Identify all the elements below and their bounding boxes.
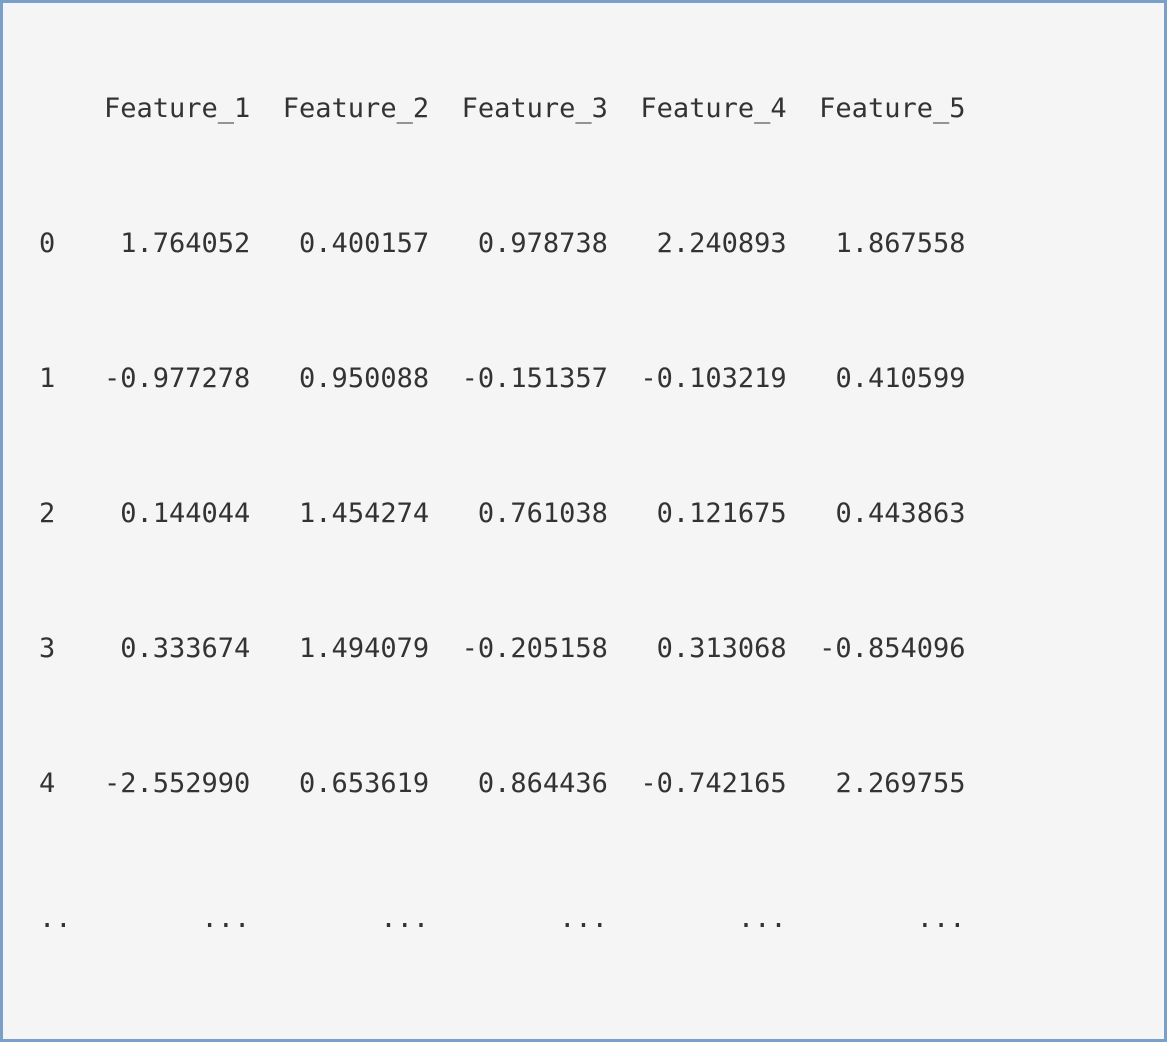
cell-value: -0.742165 [608,770,787,797]
column-header: Feature_1 [72,95,251,122]
cell-value: 2.240893 [608,230,787,257]
row-index: 1 [39,365,72,392]
cell-value: 0.761038 [429,500,608,527]
index-header-blank [39,95,72,122]
cell-value: 1.764052 [72,230,251,257]
cell-value: ... [608,905,787,932]
cell-value: 0.443863 [787,500,966,527]
row-index: .. [39,905,72,932]
cell-value: 0.864436 [429,770,608,797]
cell-value: ... [429,905,608,932]
row-index: 0 [39,230,72,257]
table-row: 01.7640520.4001570.9787382.2408931.86755… [39,230,1128,257]
column-header: Feature_5 [787,95,966,122]
column-header: Feature_4 [608,95,787,122]
cell-value: -2.552990 [72,770,251,797]
cell-value: 0.400157 [250,230,429,257]
row-index: 4 [39,770,72,797]
ellipsis-row: ................. [39,905,1128,932]
cell-value: 0.653619 [250,770,429,797]
cell-value: ... [787,905,966,932]
cell-value: 2.269755 [787,770,966,797]
notebook-output-cell: Feature_1Feature_2Feature_3Feature_4Feat… [0,0,1167,1042]
cell-value: ... [250,905,429,932]
cell-value: 0.333674 [72,635,251,662]
column-header: Feature_3 [429,95,608,122]
table-row: 1-0.9772780.950088-0.151357-0.1032190.41… [39,365,1128,392]
cell-value: ... [72,905,251,932]
cell-value: -0.977278 [72,365,251,392]
table-row: 30.3336741.494079-0.2051580.313068-0.854… [39,635,1128,662]
cell-value: 0.978738 [429,230,608,257]
cell-value: 0.410599 [787,365,966,392]
cell-value: 1.494079 [250,635,429,662]
cell-value: -0.151357 [429,365,608,392]
cell-value: 0.950088 [250,365,429,392]
table-row: 4-2.5529900.6536190.864436-0.7421652.269… [39,770,1128,797]
table-row: 20.1440441.4542740.7610380.1216750.44386… [39,500,1128,527]
cell-value: -0.103219 [608,365,787,392]
cell-value: 0.313068 [608,635,787,662]
cell-value: 0.121675 [608,500,787,527]
column-header: Feature_2 [250,95,429,122]
dataframe-header-row: Feature_1Feature_2Feature_3Feature_4Feat… [39,95,1128,122]
cell-value: -0.205158 [429,635,608,662]
cell-value: 1.867558 [787,230,966,257]
cell-value: 0.144044 [72,500,251,527]
cell-value: 1.454274 [250,500,429,527]
row-index: 2 [39,500,72,527]
row-index: 3 [39,635,72,662]
cell-value: -0.854096 [787,635,966,662]
